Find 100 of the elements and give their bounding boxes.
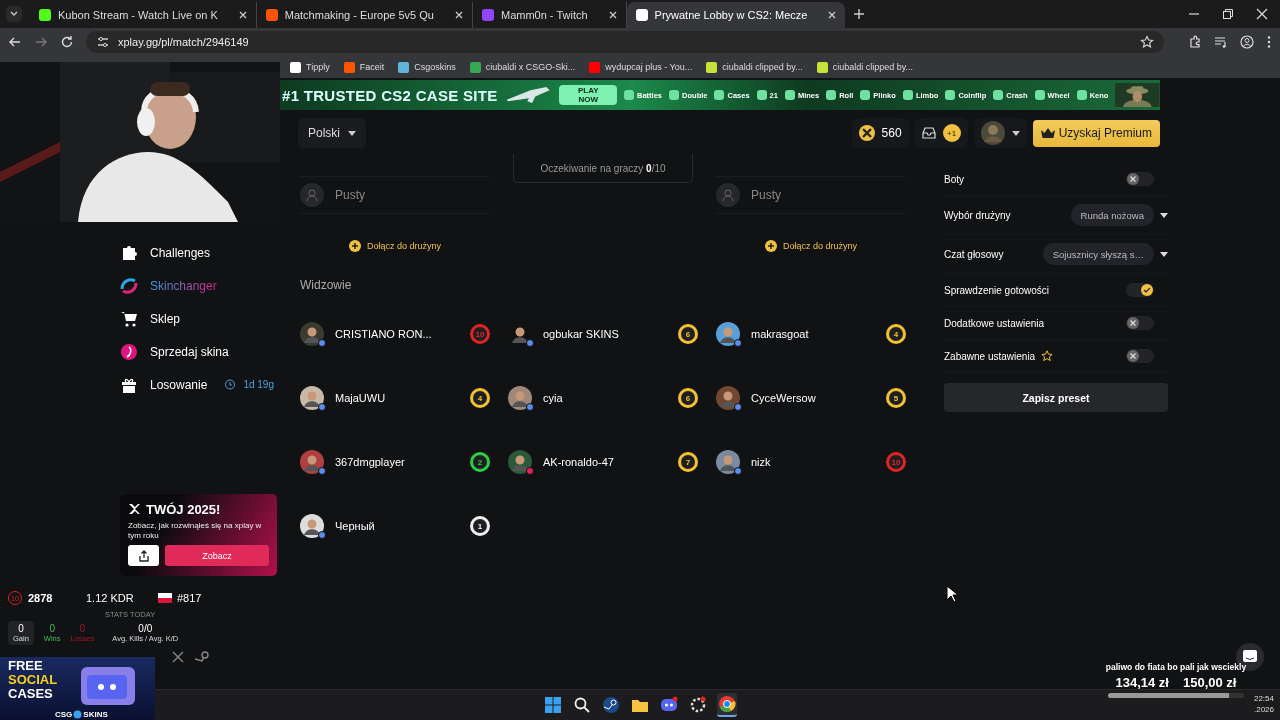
coin-icon	[858, 125, 875, 141]
game-icon	[945, 90, 956, 100]
chrome-icon[interactable]	[717, 693, 737, 717]
restore-icon[interactable]	[1222, 8, 1234, 20]
coin-balance[interactable]: 560	[851, 118, 909, 148]
ad-text: FREE	[8, 659, 44, 673]
donation-raised: 134,14 zł	[1115, 675, 1169, 690]
avatar	[716, 386, 740, 410]
waiting-status: Oczekiwanie na graczy 0/10	[513, 154, 693, 183]
level-badge: 5	[886, 388, 906, 408]
site-settings-icon[interactable]	[96, 35, 110, 49]
avatar	[300, 322, 324, 346]
level-badge: 1	[470, 516, 490, 536]
bookmark-link[interactable]: Tipply	[290, 61, 330, 73]
banner-headline: #1 TRUSTED CS2 CASE SITE	[282, 86, 498, 104]
sidebar-item[interactable]: Sprzedaj skina	[120, 335, 280, 368]
forward-icon[interactable]	[34, 35, 48, 49]
player-name[interactable]: AK-ronaldo-47	[543, 456, 667, 468]
close-icon[interactable]	[827, 10, 838, 20]
stat-value: 0/0	[138, 623, 153, 634]
steam-icon[interactable]	[194, 651, 210, 663]
bookmark-link[interactable]: wydupcaj plus - You...	[589, 61, 693, 73]
toggle-switch[interactable]	[1126, 316, 1154, 330]
donation-goal-title: paliwo do fiata bo pali jak wsciekly	[1105, 662, 1247, 672]
coin-icon	[120, 343, 138, 360]
cross-icon	[1129, 175, 1137, 183]
game-icon	[669, 90, 680, 100]
bookmark-link[interactable]: ciubaldi x CSGO-Ski...	[469, 61, 576, 73]
flag-icon	[158, 593, 172, 603]
player-name[interactable]: 367dmgplayer	[335, 456, 459, 468]
profile-icon[interactable]	[1240, 35, 1254, 49]
join-team-link[interactable]: Dołącz do drużyny	[348, 236, 441, 256]
sidebar-item[interactable]: Skinchanger	[120, 269, 280, 302]
player-name[interactable]: MajaUWU	[335, 392, 459, 404]
save-preset-button[interactable]: Zapisz preset	[944, 383, 1168, 412]
avatar	[508, 386, 532, 410]
swirl-icon	[120, 276, 138, 295]
premium-button[interactable]: Uzyskaj Premium	[1032, 119, 1160, 147]
menu-icon[interactable]	[1266, 35, 1272, 49]
join-team-link[interactable]: Dołącz do drużyny	[764, 236, 857, 256]
caret-icon[interactable]	[1160, 212, 1168, 218]
play-now-button[interactable]: PLAY NOW	[559, 85, 618, 105]
user-icon	[300, 183, 324, 207]
setting-label: Boty	[944, 173, 964, 185]
player-name[interactable]: CyceWersow	[751, 392, 875, 404]
close-icon[interactable]	[453, 10, 464, 20]
toggle-switch[interactable]	[1126, 349, 1154, 363]
address-bar[interactable]: xplay.gg/pl/match/2946149	[86, 31, 1164, 53]
timer-label: 1d 19g	[243, 379, 274, 390]
profile-menu[interactable]	[973, 118, 1027, 148]
game-icon	[993, 90, 1004, 100]
share-button[interactable]	[128, 545, 159, 566]
extensions-icon[interactable]	[1188, 35, 1202, 49]
toggle-switch[interactable]	[1126, 172, 1154, 186]
bookmark-link[interactable]: ciubaldi clipped by...	[706, 61, 803, 73]
select-dropdown[interactable]: Sojusznicy słyszą s…	[1042, 243, 1154, 265]
back-icon[interactable]	[8, 35, 22, 49]
puzzle-icon	[120, 244, 138, 261]
close-icon[interactable]	[237, 10, 248, 20]
sidebar-item[interactable]: Losowanie 1d 19g	[120, 368, 280, 401]
avatar	[716, 322, 740, 346]
player-name[interactable]: makrasgoat	[751, 328, 875, 340]
avatar	[980, 121, 1005, 145]
see-button[interactable]: Zobacz	[165, 545, 269, 566]
player-name[interactable]: nizk	[751, 456, 875, 468]
player-name[interactable]: CRISTIANO RON...	[335, 328, 459, 340]
new-tab-icon[interactable]	[853, 8, 866, 20]
bookmark-link[interactable]: ciubaldi clipped by...	[816, 61, 914, 73]
browser-tab[interactable]: Prywatne Lobby w CS2: Mecze	[626, 2, 846, 28]
media-control-icon[interactable]	[1214, 35, 1228, 49]
bookmark-link[interactable]: Csgoskins	[398, 61, 456, 73]
avatar	[716, 450, 740, 474]
language-dropdown[interactable]: Polski	[298, 118, 366, 148]
close-icon[interactable]	[607, 10, 618, 20]
game-icon	[826, 90, 837, 100]
bookmark-link[interactable]: Faceit	[343, 61, 385, 73]
setting-label: Sprawdzenie gotowości	[944, 284, 1050, 296]
reload-icon[interactable]	[60, 35, 74, 49]
level-badge: 6	[678, 388, 698, 408]
game-icon	[902, 90, 913, 100]
player-name[interactable]: ogbukar SKINS	[543, 328, 667, 340]
stat-value: 0	[79, 623, 86, 634]
section-title: Widzowie	[300, 278, 353, 294]
level-badge: 10	[470, 324, 490, 344]
sidebar-item[interactable]: Sklep	[120, 302, 280, 335]
bookmark-star-icon[interactable]	[1140, 35, 1154, 49]
sidebar-item[interactable]: Challenges	[120, 236, 280, 269]
setting-label: Zabawne ustawienia	[944, 350, 1036, 362]
caret-icon[interactable]	[1160, 251, 1168, 257]
close-icon[interactable]	[1256, 8, 1268, 20]
player-name[interactable]: Черный	[335, 520, 459, 532]
ad-brand: CSG	[55, 710, 73, 719]
inbox-button[interactable]: +1	[914, 118, 968, 148]
donation-goal: 150,00 zł	[1183, 675, 1237, 690]
kdr-value: 1.12 KDR	[86, 592, 135, 604]
tab-list-button[interactable]	[6, 6, 22, 22]
player-name[interactable]: cyia	[543, 392, 667, 404]
x-icon[interactable]	[172, 651, 184, 663]
toggle-switch[interactable]	[1126, 283, 1154, 297]
select-dropdown[interactable]: Runda nożowa	[1070, 204, 1154, 226]
